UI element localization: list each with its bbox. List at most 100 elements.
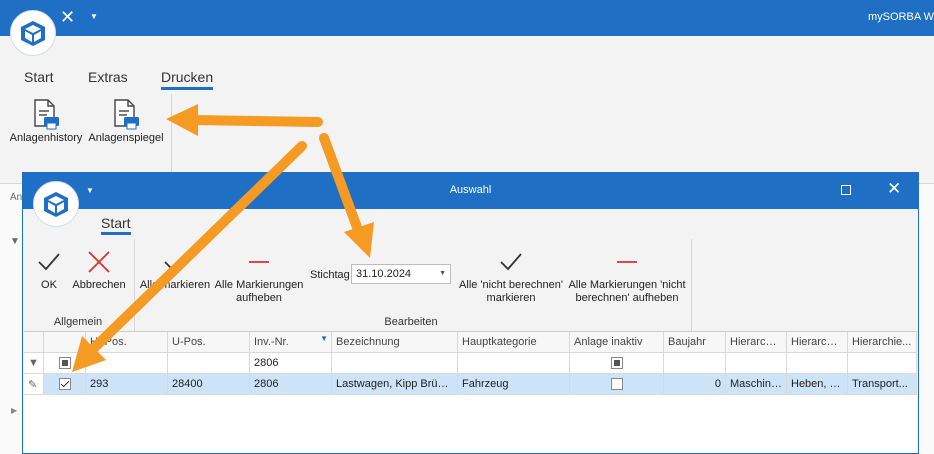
header-inv-nr[interactable]: Inv.-Nr. ▼ (250, 332, 332, 353)
filter-hierarchie-3[interactable] (848, 353, 917, 374)
grid-header-row: H.-Pos. U-Pos. Inv.-Nr. ▼ Bezeichnung Ha… (24, 332, 917, 353)
cell-hierarchie-3[interactable]: Transport... (848, 374, 917, 395)
group-separator (691, 239, 692, 331)
filter-hierarchie-1[interactable] (726, 353, 787, 374)
close-x-icon[interactable]: ✕ (60, 8, 75, 26)
chevron-down-icon[interactable]: ▼ (439, 270, 446, 277)
check-icon (29, 245, 69, 279)
group-label-bearbeiten: Bearbeiten (384, 316, 438, 328)
anlagenspiegel-label: Anlagenspiegel (88, 132, 164, 144)
abbrechen-label: Abbrechen (72, 279, 126, 291)
filter-anlage-inaktiv[interactable] (570, 353, 664, 374)
selection-grid: H.-Pos. U-Pos. Inv.-Nr. ▼ Bezeichnung Ha… (24, 331, 917, 453)
cell-u-pos[interactable]: 28400 (168, 374, 250, 395)
filter-checkbox[interactable] (58, 357, 71, 370)
grid-filter-row: ▼ 2806 (24, 353, 917, 374)
filter-hauptkategorie[interactable] (458, 353, 570, 374)
filter-bezeichnung[interactable] (332, 353, 458, 374)
alle-markieren-button[interactable]: Alle markieren (139, 245, 211, 292)
alle-markieren-label: Alle markieren (139, 279, 211, 291)
abbrechen-button[interactable]: Abbrechen (69, 245, 129, 292)
stichtag-date-input[interactable]: 31.10.2024 ▼ (351, 264, 451, 284)
alle-markierungen-aufheben-label: Alle Markierungen aufheben (214, 279, 304, 304)
cell-inv-nr[interactable]: 2806 (250, 374, 332, 395)
edit-pencil-icon: ✎ (24, 374, 44, 395)
header-anlage-inaktiv[interactable]: Anlage inaktiv (570, 332, 664, 353)
cell-bezeichnung[interactable]: Lastwagen, Kipp Brück... (332, 374, 458, 395)
filter-baujahr[interactable] (664, 353, 726, 374)
row-indicator-icon: ▶ (11, 406, 18, 415)
ok-label: OK (41, 279, 57, 291)
main-column-fragment: An (10, 192, 23, 203)
filter-hierarchie-2[interactable] (787, 353, 848, 374)
filter-inv-nr[interactable]: 2806 (250, 353, 332, 374)
cell-anlage-inaktiv[interactable] (570, 374, 664, 395)
cell-hierarchie-1[interactable]: Maschine... (726, 374, 787, 395)
header-checkbox-column[interactable] (44, 332, 86, 353)
row-checkbox-cell[interactable] (44, 374, 86, 395)
close-icon[interactable]: ✕ (887, 180, 901, 197)
row-checkbox[interactable] (58, 378, 71, 391)
dialog-logo-icon[interactable] (33, 181, 79, 227)
filter-h-pos[interactable] (86, 353, 168, 374)
table-row[interactable]: ✎ 293 28400 2806 Lastwagen, Kipp Brück..… (24, 374, 917, 395)
dialog-tab-start[interactable]: Start (101, 215, 131, 235)
stichtag-value: 31.10.2024 (356, 268, 412, 280)
header-hierarchie-3[interactable]: Hierarchie... (848, 332, 917, 353)
app-logo-icon[interactable] (10, 10, 56, 56)
ok-button[interactable]: OK (29, 245, 69, 292)
group-separator (134, 239, 135, 331)
cell-baujahr[interactable]: 0 (664, 374, 726, 395)
check-icon (139, 245, 211, 279)
filter-icon[interactable]: ▼ (10, 236, 20, 247)
filter-icon[interactable]: ▼ (320, 334, 328, 343)
header-hierarchie-2[interactable]: Hierarchi... (787, 332, 848, 353)
header-hauptkategorie[interactable]: Hauptkategorie (458, 332, 570, 353)
nicht-berechnen-aufheben-label: Alle Markierungen 'nicht berechnen' aufh… (568, 279, 686, 304)
check-icon (455, 245, 567, 279)
anlagenspiegel-button[interactable]: Anlagenspiegel (86, 98, 166, 144)
tab-extras[interactable]: Extras (88, 69, 128, 85)
main-titlebar: ✕ ▼ mySORBA Wo (0, 0, 934, 36)
minus-icon (567, 245, 687, 279)
cell-hierarchie-2[interactable]: Heben, F... (787, 374, 848, 395)
header-baujahr[interactable]: Baujahr (664, 332, 726, 353)
cell-h-pos[interactable]: 293 (86, 374, 168, 395)
nicht-berechnen-markieren-button[interactable]: Alle 'nicht berechnen' markieren (455, 245, 567, 305)
nicht-berechnen-markieren-label: Alle 'nicht berechnen' markieren (459, 279, 563, 304)
auswahl-dialog: ▼ Auswahl ✕ Start OK Abbrechen Allgemein (22, 172, 919, 454)
filter-checkbox-cell[interactable] (44, 353, 86, 374)
main-right-strip (918, 184, 934, 454)
cell-hauptkategorie[interactable]: Fahrzeug (458, 374, 570, 395)
tab-start[interactable]: Start (24, 69, 54, 85)
anlagenhistory-button[interactable]: Anlagenhistory (6, 98, 86, 144)
tab-drucken[interactable]: Drucken (161, 69, 214, 90)
ribbon-separator (171, 94, 172, 174)
filter-u-pos[interactable] (168, 353, 250, 374)
minus-icon (213, 245, 305, 279)
print-document-icon (6, 98, 86, 132)
alle-markierungen-aufheben-button[interactable]: Alle Markierungen aufheben (213, 245, 305, 305)
app-title: mySORBA Wo (868, 11, 934, 23)
dialog-title: Auswahl (449, 184, 492, 196)
quick-access-dropdown-icon[interactable]: ▼ (90, 12, 98, 21)
header-hierarchie-1[interactable]: Hierarchi... (726, 332, 787, 353)
header-inv-nr-label: Inv.-Nr. (254, 336, 289, 348)
dialog-titlebar: ▼ Auswahl ✕ (23, 173, 918, 209)
nicht-berechnen-aufheben-button[interactable]: Alle Markierungen 'nicht berechnen' aufh… (567, 245, 687, 305)
main-ribbon: Start Extras Drucken Anlagenhistory Anla… (0, 36, 934, 184)
print-document-icon (86, 98, 166, 132)
filter-inaktiv-checkbox[interactable] (610, 357, 623, 370)
anlagenhistory-label: Anlagenhistory (9, 132, 83, 144)
cancel-x-icon (69, 245, 129, 279)
maximize-icon[interactable] (841, 185, 851, 195)
inaktiv-checkbox[interactable] (610, 378, 623, 391)
main-left-strip: An ▼ ▶ (0, 184, 24, 454)
header-h-pos[interactable]: H.-Pos. (86, 332, 168, 353)
header-bezeichnung[interactable]: Bezeichnung (332, 332, 458, 353)
stichtag-label: Stichtag (310, 269, 350, 281)
header-indicator (24, 332, 44, 353)
filter-row-icon: ▼ (24, 353, 44, 374)
header-u-pos[interactable]: U-Pos. (168, 332, 250, 353)
group-label-allgemein: Allgemein (53, 316, 103, 328)
